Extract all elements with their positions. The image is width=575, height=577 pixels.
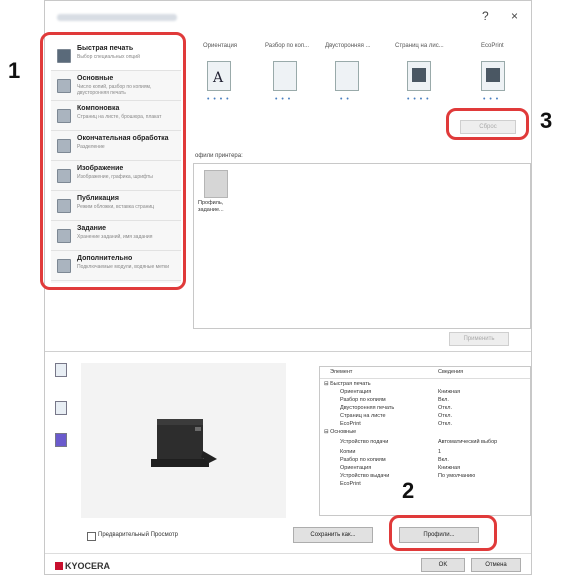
table-row: Ориентация	[340, 389, 372, 395]
table-cell: Книжная	[438, 389, 461, 395]
kyocera-logo: KYOCERA	[55, 561, 110, 571]
collate-tile[interactable]	[273, 61, 297, 91]
table-row: Двусторонняя печать	[340, 405, 395, 411]
table-row: Устройство выдачи	[340, 473, 390, 479]
column-header-info: Сведения	[438, 369, 464, 375]
table-cell: Книжная	[438, 465, 461, 471]
preview-label: Предварительный Просмотр	[98, 532, 178, 538]
kyocera-logo-icon	[55, 562, 63, 570]
document-view-icon[interactable]	[55, 401, 67, 415]
profile-icon[interactable]	[204, 170, 228, 198]
duplex-dots: • •	[340, 96, 350, 103]
highlight-profiles	[389, 515, 497, 551]
table-cell: Вкл.	[438, 457, 449, 463]
table-row: ⊟ Быстрая печать	[324, 381, 371, 387]
table-row: Разбор по копиям	[340, 397, 386, 403]
table-cell: По умолчанию	[438, 473, 476, 479]
profiles-list[interactable]: Профиль, задание...	[193, 163, 531, 329]
save-as-button[interactable]: Сохранить как...	[293, 527, 373, 543]
tab-ecoprint[interactable]: EcoPrint	[481, 43, 504, 49]
quick-print-options: Ориентация Разбор по коп... Двусторонняя…	[183, 43, 527, 57]
tab-pages-per-sheet[interactable]: Страниц на лис...	[395, 43, 444, 49]
logo-text: KYOCERA	[65, 561, 111, 571]
printer-view-icon[interactable]	[55, 363, 67, 377]
svg-text:A: A	[212, 70, 224, 86]
settings-summary-table[interactable]: Элемент Сведения ⊟ Быстрая печать Ориент…	[319, 366, 531, 516]
divider	[45, 351, 531, 352]
orientation-tile[interactable]: A	[207, 61, 231, 91]
highlight-reset	[446, 108, 529, 140]
pages-per-sheet-dots: • • • •	[407, 96, 430, 103]
table-cell: Автоматический выбор	[438, 439, 498, 445]
ecoprint-dots: • • •	[483, 96, 500, 103]
table-row: Страниц на листе	[340, 413, 386, 419]
title-bar: ? ×	[45, 1, 531, 35]
table-cell: 1	[438, 449, 442, 455]
printer-profiles-label: офили принтера:	[195, 153, 243, 159]
bottom-bar: KYOCERA OK Отмена	[45, 553, 531, 577]
color-view-icon[interactable]	[55, 433, 67, 447]
ecoprint-tile[interactable]	[481, 61, 505, 91]
window-title	[57, 14, 177, 21]
table-cell: Откл.	[438, 405, 453, 411]
collate-dots: • • •	[275, 96, 292, 103]
tab-collate[interactable]: Разбор по коп...	[265, 43, 309, 49]
table-row: Устройство подачи	[340, 439, 389, 445]
table-row: EcoPrint	[340, 481, 361, 487]
table-cell: Вкл.	[438, 397, 449, 403]
tab-orientation[interactable]: Ориентация	[203, 43, 237, 49]
table-row: Ориентация	[340, 465, 372, 471]
highlight-sidebar	[40, 32, 186, 290]
ok-button[interactable]: OK	[421, 558, 465, 572]
callout-2: 2	[402, 478, 415, 503]
apply-button[interactable]: Применить	[449, 332, 509, 346]
table-row: Разбор по копиям	[340, 457, 386, 463]
orientation-dots: • • • •	[207, 96, 230, 103]
table-row: Копии	[340, 449, 356, 455]
cancel-button[interactable]: Отмена	[471, 558, 521, 572]
printer-preview	[81, 363, 286, 518]
close-button[interactable]: ×	[511, 9, 518, 23]
preview-checkbox[interactable]	[87, 532, 96, 541]
column-header-element: Элемент	[330, 369, 353, 375]
callout-1: 1	[8, 58, 21, 83]
table-row: EcoPrint	[340, 421, 361, 427]
table-cell: Откл.	[438, 413, 453, 419]
pages-per-sheet-tile[interactable]	[407, 61, 431, 91]
callout-3: 3	[540, 108, 553, 133]
table-row: ⊟ Основные	[324, 429, 357, 435]
duplex-tile[interactable]	[335, 61, 359, 91]
table-cell: Откл.	[438, 421, 453, 427]
profile-caption: Профиль, задание...	[198, 200, 224, 213]
help-button[interactable]: ?	[482, 9, 489, 23]
tab-duplex[interactable]: Двусторонняя ...	[325, 43, 371, 49]
